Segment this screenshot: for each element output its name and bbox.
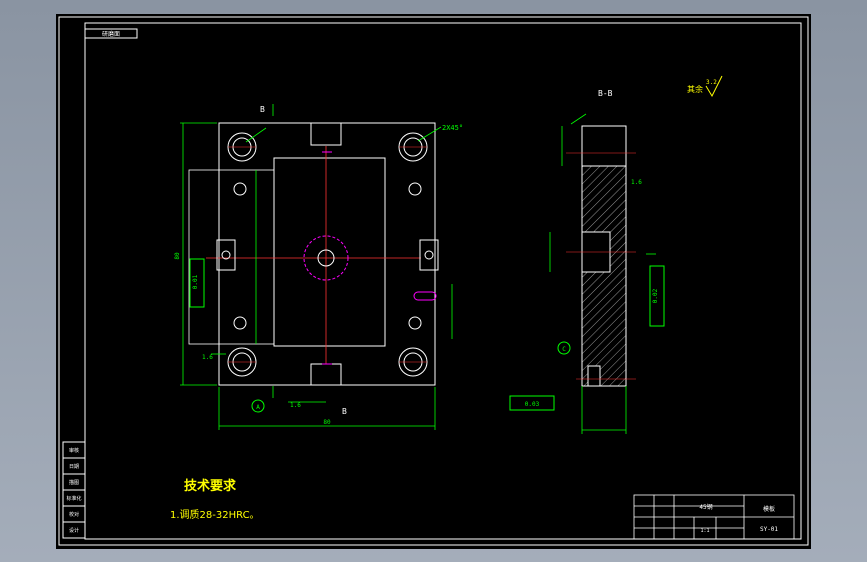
section-view[interactable]: B-B 0.02 0.03 C 1.6 其余 3.2 bbox=[509, 75, 723, 434]
left-slot bbox=[216, 239, 236, 271]
side-label-0: 审核 bbox=[69, 447, 79, 454]
bottom-block bbox=[310, 363, 342, 386]
side-label-5: 设计 bbox=[69, 527, 79, 534]
perp-tol: 0.03 bbox=[525, 401, 540, 408]
section-bottom-cut bbox=[587, 365, 601, 387]
section-marker-top: B bbox=[260, 105, 265, 114]
parallelism-tol: 0.02 bbox=[652, 288, 659, 303]
side-label-4: 校对 bbox=[69, 511, 79, 518]
drawing-svg: 研磨面 审核 日期 描图 标准化 校对 设计 0.01 2X45° B B A … bbox=[58, 16, 809, 546]
screw-holes bbox=[233, 182, 422, 330]
roughness-plan: 1.6 bbox=[290, 402, 301, 409]
tech-req-title: 技术要求 bbox=[184, 478, 237, 494]
roughness-rest-value: 3.2 bbox=[706, 79, 717, 86]
overall-width: 80 bbox=[323, 419, 331, 426]
datum-a: A bbox=[256, 404, 260, 411]
section-top-cut bbox=[581, 125, 627, 167]
corner-tag: 研磨面 bbox=[102, 30, 120, 38]
top-block bbox=[310, 122, 342, 146]
guide-holes bbox=[227, 132, 428, 377]
drawing-number: SY-01 bbox=[760, 526, 778, 533]
drawing-canvas[interactable]: 研磨面 审核 日期 描图 标准化 校对 设计 0.01 2X45° B B A … bbox=[56, 14, 811, 549]
part-name: 模板 bbox=[763, 505, 775, 513]
chamfer-note: 2X45° bbox=[442, 124, 463, 132]
outer-border bbox=[58, 16, 809, 546]
section-marker-bottom: B bbox=[342, 407, 347, 416]
side-label-3: 标准化 bbox=[66, 495, 81, 502]
roughness-section: 1.6 bbox=[631, 179, 642, 186]
oblong-slot bbox=[413, 291, 437, 301]
flatness-tol: 0.01 bbox=[192, 274, 199, 289]
cad-viewport: 研磨面 审核 日期 描图 标准化 校对 设计 0.01 2X45° B B A … bbox=[0, 0, 867, 562]
scale: 1:1 bbox=[700, 528, 709, 534]
plan-view[interactable]: 0.01 2X45° B B A 1.6 1.6 80 80 bbox=[174, 104, 463, 430]
pocket-outline bbox=[273, 157, 386, 347]
overall-height: 80 bbox=[174, 252, 181, 260]
roughness-plan-left: 1.6 bbox=[202, 354, 213, 361]
side-stamp-column: 审核 日期 描图 标准化 校对 设计 bbox=[62, 441, 86, 539]
recess-outline bbox=[188, 169, 275, 345]
roughness-rest-label: 其余 bbox=[687, 84, 703, 94]
tech-req-line1: 1.调质28-32HRC。 bbox=[170, 509, 260, 521]
side-label-2: 描图 bbox=[69, 479, 79, 486]
side-label-1: 日期 bbox=[69, 464, 79, 470]
datum-c: C bbox=[562, 346, 566, 353]
material: 45钢 bbox=[699, 503, 712, 511]
dimensions bbox=[180, 104, 453, 430]
section-view-title: B-B bbox=[598, 89, 613, 98]
